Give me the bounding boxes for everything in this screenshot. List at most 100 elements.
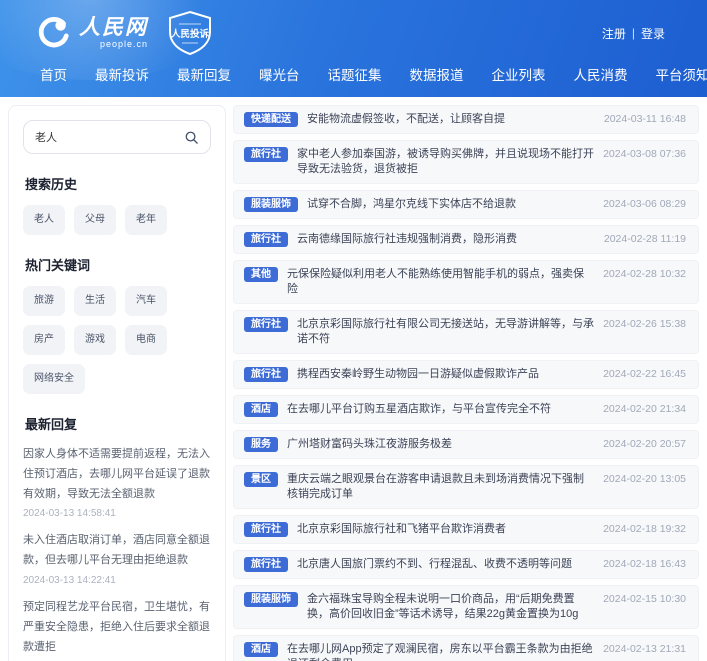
renmin-tousu-shield-badge: 人民投诉 (164, 10, 216, 61)
nav-item-home[interactable]: 首页 (40, 64, 67, 84)
complaint-row[interactable]: 旅行社 北京京彩国际旅行社和飞猪平台欺诈消费者 2024-02-18 19:32 (233, 515, 699, 544)
nav-item-platform-notice-label: 平台须知 (655, 68, 707, 83)
search-box (23, 120, 211, 154)
reply-item[interactable]: 因家人身体不适需要提前返程，无法入住预订酒店，去哪儿网平台延误了退款有效期，导致… (23, 445, 211, 519)
nav-item-data-reports[interactable]: 数据报道 (410, 64, 464, 84)
complaint-date: 2024-02-26 15:38 (603, 318, 686, 330)
nav-item-latest-complaints[interactable]: 最新投诉 (95, 64, 149, 84)
complaint-date: 2024-02-13 21:31 (603, 643, 686, 655)
auth-divider: | (631, 26, 635, 40)
category-badge: 服装服饰 (244, 197, 298, 212)
complaint-row[interactable]: 其他 元保保险疑似利用老人不能熟练使用智能手机的弱点，强卖保险 2024-02-… (233, 260, 699, 304)
category-badge: 服务 (244, 437, 278, 452)
complaint-title: 在去哪儿网App预定了观澜民宿，房东以平台霸王条款为由拒绝退还剩余费用 (287, 643, 593, 661)
complaint-title: 在去哪儿平台订购五星酒店欺诈，与平台宣传完全不符 (287, 403, 551, 415)
category-badge: 景区 (244, 472, 278, 487)
reply-time: 2024-03-13 14:58:41 (23, 508, 116, 520)
shield-badge-label: 人民投诉 (171, 28, 210, 40)
nav-item-topic-collection[interactable]: 话题征集 (328, 64, 382, 84)
complaint-date: 2024-02-18 19:32 (603, 523, 686, 535)
history-tag[interactable]: 老年 (125, 205, 167, 235)
search-icon[interactable] (184, 130, 199, 145)
search-history-tags: 老人 父母 老年 (23, 205, 211, 235)
complaint-title: 广州塔财富码头珠江夜游服务极差 (287, 438, 452, 450)
nav-item-platform-notice[interactable]: 平台须知 (656, 64, 707, 84)
category-badge: 旅行社 (244, 317, 288, 332)
search-history-title: 搜索历史 (25, 177, 78, 192)
nav-item-latest-replies[interactable]: 最新回复 (177, 64, 231, 84)
complaint-list: 快递配送 安能物流虚假签收，不配送，让顾客自提 2024-03-11 16:48… (233, 105, 699, 661)
category-badge: 服装服饰 (244, 592, 298, 607)
sidebar: 搜索历史 老人 父母 老年 热门关键词 旅游 生活 汽车 房产 游戏 电商 网络… (8, 105, 226, 661)
keyword-tag[interactable]: 房产 (23, 325, 65, 355)
logo-title: 人民网 (79, 16, 148, 39)
peoplecn-logo[interactable]: 人民网 people.cn (34, 14, 148, 52)
complaint-row[interactable]: 景区 重庆云端之眼观景台在游客申请退款且未到场消费情况下强制核销完成订单 202… (233, 465, 699, 509)
category-badge: 酒店 (244, 642, 278, 657)
complaint-title: 家中老人参加泰国游，被诱导购买佛牌，并且说现场不能打开导致无法验货，退货被拒 (297, 148, 594, 175)
history-tag[interactable]: 父母 (74, 205, 116, 235)
complaint-date: 2024-02-28 10:32 (603, 268, 686, 280)
complaint-date: 2024-02-18 16:43 (603, 558, 686, 570)
history-tag[interactable]: 老人 (23, 205, 65, 235)
complaint-row[interactable]: 旅行社 携程西安秦岭野生动物园一日游疑似虚假欺诈产品 2024-02-22 16… (233, 360, 699, 389)
keyword-tag[interactable]: 生活 (74, 286, 116, 316)
complaint-row[interactable]: 旅行社 云南德缘国际旅行社违规强制消费，隐形消费 2024-02-28 11:1… (233, 225, 699, 254)
category-badge: 酒店 (244, 402, 278, 417)
keyword-tag[interactable]: 旅游 (23, 286, 65, 316)
main-nav: 首页 最新投诉 最新回复 曝光台 话题征集 数据报道 企业列表 人民消费 平台须… (0, 56, 707, 92)
keyword-tag[interactable]: 游戏 (74, 325, 116, 355)
complaint-title: 北京京彩国际旅行社有限公司无接送站，无导游讲解等，与承诺不符 (297, 318, 594, 345)
complaint-row[interactable]: 服装服饰 金六福珠宝导购全程未说明一口价商品，用“后期免费置换，高价回收旧金”等… (233, 585, 699, 629)
category-badge: 旅行社 (244, 522, 288, 537)
login-link[interactable]: 登录 (641, 25, 665, 42)
nav-item-people-consumption[interactable]: 人民消费 (574, 64, 628, 84)
category-badge: 快递配送 (244, 112, 298, 127)
complaint-row[interactable]: 旅行社 家中老人参加泰国游，被诱导购买佛牌，并且说现场不能打开导致无法验货，退货… (233, 140, 699, 184)
complaint-date: 2024-03-11 16:48 (603, 113, 686, 125)
category-badge: 其他 (244, 267, 278, 282)
logo-subtitle: people.cn (99, 39, 148, 49)
complaint-row[interactable]: 酒店 在去哪儿网App预定了观澜民宿，房东以平台霸王条款为由拒绝退还剩余费用 2… (233, 635, 699, 661)
complaint-title: 重庆云端之眼观景台在游客申请退款且未到场消费情况下强制核销完成订单 (287, 473, 584, 500)
reply-text: 因家人身体不适需要提前返程，无法入住预订酒店，去哪儿网平台延误了退款有效期，导致… (23, 448, 210, 500)
reply-item[interactable]: 未入住酒店取消订单，酒店同意全额退款，但去哪儿平台无理由拒绝退款 2024-03… (23, 531, 211, 586)
keyword-tag[interactable]: 汽车 (125, 286, 167, 316)
complaint-date: 2024-02-20 21:34 (603, 403, 686, 415)
nav-item-company-list[interactable]: 企业列表 (492, 64, 546, 84)
header: 人民网 people.cn 人民投诉 注册 | 登录 首页 最新投诉 最新回复 … (0, 0, 707, 97)
complaint-date: 2024-02-28 11:19 (603, 233, 686, 245)
auth-links: 注册 | 登录 (602, 25, 665, 42)
complaint-title: 云南德缘国际旅行社违规强制消费，隐形消费 (297, 233, 517, 245)
reply-item[interactable]: 预定同程艺龙平台民宿，卫生堪忧，有严重安全隐患，拒绝入住后要求全额退款遭拒 20… (23, 598, 211, 661)
keyword-tag[interactable]: 网络安全 (23, 364, 85, 394)
complaint-date: 2024-02-15 10:30 (603, 593, 686, 605)
search-input[interactable] (35, 131, 184, 143)
complaint-title: 金六福珠宝导购全程未说明一口价商品，用“后期免费置换，高价回收旧金”等话术诱导，… (307, 593, 579, 620)
reply-text: 预定同程艺龙平台民宿，卫生堪忧，有严重安全隐患，拒绝入住后要求全额退款遭拒 (23, 600, 210, 653)
register-link[interactable]: 注册 (602, 25, 626, 42)
latest-replies-list: 因家人身体不适需要提前返程，无法入住预订酒店，去哪儿网平台延误了退款有效期，导致… (23, 445, 211, 661)
complaint-row[interactable]: 旅行社 北京京彩国际旅行社有限公司无接送站，无导游讲解等，与承诺不符 2024-… (233, 310, 699, 354)
complaint-row[interactable]: 服务 广州塔财富码头珠江夜游服务极差 2024-02-20 20:57 (233, 430, 699, 459)
logo-text: 人民网 people.cn (79, 17, 148, 49)
category-badge: 旅行社 (244, 367, 288, 382)
complaint-title: 元保保险疑似利用老人不能熟练使用智能手机的弱点，强卖保险 (287, 268, 584, 295)
latest-replies-title: 最新回复 (25, 417, 78, 432)
complaint-date: 2024-03-08 07:36 (603, 148, 686, 160)
reply-time: 2024-03-13 14:22:41 (23, 574, 116, 586)
complaint-date: 2024-03-06 08:29 (603, 198, 686, 210)
reply-text: 未入住酒店取消订单，酒店同意全额退款，但去哪儿平台无理由拒绝退款 (23, 534, 210, 567)
complaint-row[interactable]: 服装服饰 试穿不合脚，鸿星尔克线下实体店不给退款 2024-03-06 08:2… (233, 190, 699, 219)
header-top: 人民网 people.cn 人民投诉 注册 | 登录 (0, 0, 707, 56)
complaint-row[interactable]: 快递配送 安能物流虚假签收，不配送，让顾客自提 2024-03-11 16:48 (233, 105, 699, 134)
keyword-tag[interactable]: 电商 (125, 325, 167, 355)
category-badge: 旅行社 (244, 147, 288, 162)
hot-keyword-tags: 旅游 生活 汽车 房产 游戏 电商 网络安全 (23, 286, 211, 394)
complaint-title: 安能物流虚假签收，不配送，让顾客自提 (307, 113, 505, 125)
complaint-title: 携程西安秦岭野生动物园一日游疑似虚假欺诈产品 (297, 368, 539, 380)
complaint-row[interactable]: 旅行社 北京唐人国旅门票约不到、行程混乱、收费不透明等问题 2024-02-18… (233, 550, 699, 579)
nav-item-exposure[interactable]: 曝光台 (259, 64, 300, 84)
complaint-date: 2024-02-22 16:45 (603, 368, 686, 380)
complaint-row[interactable]: 酒店 在去哪儿平台订购五星酒店欺诈，与平台宣传完全不符 2024-02-20 2… (233, 395, 699, 424)
